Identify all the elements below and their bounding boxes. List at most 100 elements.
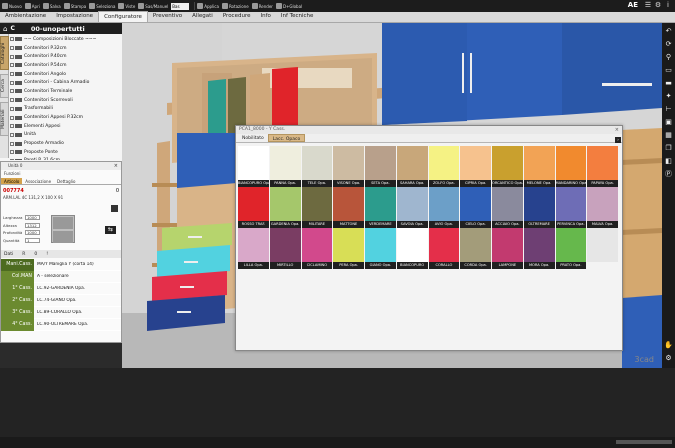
dimension-input[interactable]: 1000: [25, 230, 40, 235]
dimension-input[interactable]: 1000: [25, 215, 40, 220]
catalog-icon[interactable]: Ⓟ: [664, 170, 673, 179]
palette-tab-0[interactable]: Nobilitato: [238, 134, 268, 142]
tree-item[interactable]: ~~ Composizioni Bloccate ~~~: [10, 35, 122, 44]
dimension-input[interactable]: 1312: [25, 222, 40, 228]
hand-icon[interactable]: ✋: [664, 341, 673, 350]
color-swatch[interactable]: MALVA Opa.: [587, 187, 619, 228]
view-combo[interactable]: Bas: [171, 2, 190, 10]
expand-icon[interactable]: [10, 98, 14, 103]
color-swatch[interactable]: MANDARINO Opa.: [555, 146, 588, 187]
menu-tab-info[interactable]: Info: [255, 11, 275, 22]
grid-head-cell[interactable]: !: [46, 252, 48, 257]
grid-head-cell[interactable]: Dati: [4, 252, 13, 257]
tree-item[interactable]: Contenitori Terminale: [10, 87, 122, 96]
vtab-materiali[interactable]: Materiali: [0, 102, 9, 136]
color-swatch[interactable]: BIANCOPURO Opa.: [238, 146, 270, 187]
undo-icon[interactable]: ↶: [664, 27, 673, 36]
settings-icon[interactable]: ⚙: [664, 354, 673, 363]
color-swatch[interactable]: LAMPONE: [492, 228, 524, 269]
color-swatch[interactable]: PANNA Opa.: [269, 146, 302, 187]
copy-icon[interactable]: ❐: [664, 144, 673, 153]
wall-icon[interactable]: ▬: [664, 79, 673, 88]
option-value[interactable]: A - selezionare: [34, 274, 121, 279]
palette-tab-1[interactable]: Lacc. Opaco: [267, 134, 306, 142]
menu-tab-ambientazione[interactable]: Ambientazione: [0, 11, 51, 22]
scroll-right-icon[interactable]: ›: [615, 137, 621, 143]
home-icon[interactable]: ⌂: [3, 25, 7, 33]
expand-icon[interactable]: [10, 115, 14, 120]
layer-icon[interactable]: ◧: [664, 157, 673, 166]
option-row[interactable]: 1° Cass. LC.92-GARDENIA Opa.: [1, 282, 121, 295]
object-icon[interactable]: ▣: [664, 118, 673, 127]
color-swatch[interactable]: SAVOIA Opa.: [396, 187, 429, 228]
rotate-icon[interactable]: ⟳: [664, 40, 673, 49]
expand-icon[interactable]: [10, 72, 14, 77]
color-swatch[interactable]: BIANCOPURO: [396, 228, 429, 269]
grid-icon[interactable]: ▦: [664, 131, 673, 140]
color-swatch[interactable]: ACCIAIO Opa.: [492, 187, 524, 228]
tree-item[interactable]: Unità: [10, 131, 122, 140]
swap-arrow-icon[interactable]: ⇆: [105, 226, 116, 234]
ruler-icon[interactable]: ▭: [664, 66, 673, 75]
option-value[interactable]: LC.92-GARDENIA Opa.: [34, 286, 121, 291]
expand-icon[interactable]: [10, 132, 14, 137]
toolbar-item-1[interactable]: Apri: [24, 3, 40, 9]
grid-head-cell[interactable]: R: [22, 252, 25, 257]
toolbar-item-4[interactable]: Seleziona: [89, 3, 115, 9]
color-swatch[interactable]: CIPRIA Opa.: [460, 146, 492, 187]
color-swatch[interactable]: VISONE Opa.: [333, 146, 365, 187]
toolbar-item-5[interactable]: Viste: [118, 3, 135, 9]
tree-item[interactable]: Contenitori P.54cm: [10, 61, 122, 70]
vtab-cataloghi[interactable]: Cataloghi: [0, 36, 9, 70]
color-swatch[interactable]: ROSSO TRAF.: [238, 187, 270, 228]
settings-icon[interactable]: ⚙: [654, 1, 662, 9]
color-swatch[interactable]: AVIO Opa.: [428, 187, 461, 228]
color-swatch[interactable]: VERDEMARE: [365, 187, 397, 228]
color-swatch[interactable]: MILITARE: [301, 187, 334, 228]
tree-item[interactable]: Contenitori Angolo: [10, 70, 122, 79]
properties-tab-0[interactable]: Articolo: [1, 178, 23, 184]
tree-item[interactable]: Pareti P. 31,6cm: [10, 157, 122, 160]
expand-icon[interactable]: [10, 106, 14, 111]
color-swatch[interactable]: TELE Opa.: [301, 146, 334, 187]
option-value[interactable]: LC.74-GIANO Opa.: [34, 298, 121, 303]
tree-item[interactable]: Contenitori P.32cm: [10, 44, 122, 53]
toolbar-item-3[interactable]: Stampa: [63, 3, 86, 9]
tree-item[interactable]: Trasformabili: [10, 105, 122, 114]
option-value[interactable]: LC.89-CORALLO Opa.: [34, 310, 121, 315]
menu-tab-inf-tecniche[interactable]: Inf Tecniche: [276, 11, 319, 22]
expand-icon[interactable]: [10, 150, 14, 155]
color-swatch[interactable]: MELONE Opa.: [523, 146, 556, 187]
option-row[interactable]: 4° Cass. LC.90-OLTREMARE Opa.: [1, 318, 121, 331]
menu-tab-preventivo[interactable]: Preventivo: [148, 11, 187, 22]
menu-tab-impostazione[interactable]: Impostazione: [51, 11, 98, 22]
dimension-input[interactable]: 1: [25, 237, 40, 243]
color-swatch[interactable]: PERA Opa.: [333, 228, 365, 269]
toolbar-item-0[interactable]: Nuovo: [2, 3, 22, 9]
color-swatch[interactable]: CORDA Opa.: [460, 228, 492, 269]
vtab-cerca[interactable]: Cerca: [0, 74, 9, 98]
color-swatch[interactable]: CORALLO: [428, 228, 461, 269]
tree-item[interactable]: Proposte Ponte: [10, 148, 122, 157]
properties-tab-2[interactable]: Dettaglio: [54, 178, 78, 184]
color-swatch[interactable]: ORCANTICO Opa.: [492, 146, 524, 187]
expand-icon[interactable]: [10, 124, 14, 129]
menu-icon[interactable]: ☰: [644, 1, 652, 9]
pin-icon[interactable]: ⚲: [664, 53, 673, 62]
expand-icon[interactable]: [10, 63, 14, 68]
light-icon[interactable]: ✦: [664, 92, 673, 101]
tree-item[interactable]: Contenitori - Cabina Armadio: [10, 78, 122, 87]
toolbar-action-0[interactable]: Applica: [197, 3, 219, 9]
grid-head-cell[interactable]: 0: [34, 252, 37, 257]
expand-icon[interactable]: [10, 158, 14, 160]
color-swatch[interactable]: GIANO Opa.: [365, 228, 397, 269]
close-icon[interactable]: ×: [615, 126, 619, 134]
tree-item[interactable]: Contenitori P.40cm: [10, 52, 122, 61]
info-icon[interactable]: i: [664, 1, 672, 9]
menu-tab-configuratore[interactable]: Configuratore: [98, 11, 148, 22]
color-swatch[interactable]: MIRTILLO: [269, 228, 302, 269]
color-swatch[interactable]: CIELO Opa.: [460, 187, 492, 228]
color-swatch[interactable]: GARDENIA Opa.: [269, 187, 302, 228]
toolbar-item-6[interactable]: Sas/Manuel: [138, 3, 168, 9]
option-row[interactable]: 3° Cass. LC.89-CORALLO Opa.: [1, 306, 121, 319]
